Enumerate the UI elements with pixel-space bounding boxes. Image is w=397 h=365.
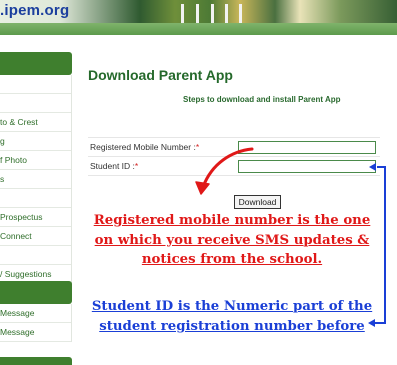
student-id-label-text: Student ID : bbox=[90, 161, 135, 171]
sidebar-panel-header bbox=[0, 281, 72, 304]
divider bbox=[88, 175, 380, 176]
page-subtitle: Steps to download and install Parent App bbox=[183, 95, 341, 104]
sidebar-panel-header bbox=[0, 357, 72, 365]
sidebar-item-logo-crest[interactable]: to & Crest bbox=[0, 113, 71, 132]
download-button[interactable]: Download bbox=[234, 195, 281, 209]
sidebar: to & Crest g f Photo s Prospectus Connec… bbox=[0, 52, 72, 284]
sidebar-item-photo[interactable]: f Photo bbox=[0, 151, 71, 170]
sidebar-item-message[interactable]: Message bbox=[0, 323, 71, 342]
mobile-number-annotation: Registered mobile number is the one on w… bbox=[93, 213, 371, 267]
mobile-number-label: Registered Mobile Number :* bbox=[90, 142, 199, 152]
required-mark: * bbox=[195, 142, 200, 152]
required-mark: * bbox=[134, 161, 139, 171]
sidebar-panel-header bbox=[0, 52, 72, 75]
divider bbox=[88, 156, 380, 157]
sidebar-item-prospectus[interactable]: Prospectus bbox=[0, 208, 71, 227]
site-name: .ipem.org bbox=[0, 2, 70, 19]
banner-decoration bbox=[211, 4, 214, 23]
mobile-number-input[interactable] bbox=[238, 141, 376, 154]
nav-bar bbox=[0, 23, 397, 35]
sidebar-item[interactable] bbox=[0, 246, 71, 265]
sidebar-item[interactable] bbox=[0, 189, 71, 208]
sidebar-item[interactable]: s bbox=[0, 170, 71, 189]
sidebar-item[interactable] bbox=[0, 94, 71, 113]
sidebar-menu: to & Crest g f Photo s Prospectus Connec… bbox=[0, 75, 72, 284]
divider bbox=[88, 137, 380, 138]
sidebar-item-message[interactable]: Message bbox=[0, 304, 71, 323]
banner-decoration bbox=[225, 4, 228, 23]
sidebar-menu: Message Message bbox=[0, 304, 72, 342]
student-id-input[interactable] bbox=[238, 160, 376, 173]
sidebar-item[interactable]: g bbox=[0, 132, 71, 151]
sidebar-panel-messages: Message Message bbox=[0, 281, 72, 342]
banner-decoration bbox=[239, 4, 242, 23]
page-title: Download Parent App bbox=[88, 67, 233, 83]
sidebar-item[interactable] bbox=[0, 75, 71, 94]
sidebar-item-connect[interactable]: Connect bbox=[0, 227, 71, 246]
student-id-annotation: Student ID is the Numeric part of the st… bbox=[91, 299, 373, 334]
banner-decoration bbox=[181, 4, 184, 23]
banner-decoration bbox=[196, 4, 199, 23]
student-id-label: Student ID :* bbox=[90, 161, 138, 171]
header-banner: .ipem.org bbox=[0, 0, 397, 23]
mobile-number-label-text: Registered Mobile Number : bbox=[90, 142, 196, 152]
